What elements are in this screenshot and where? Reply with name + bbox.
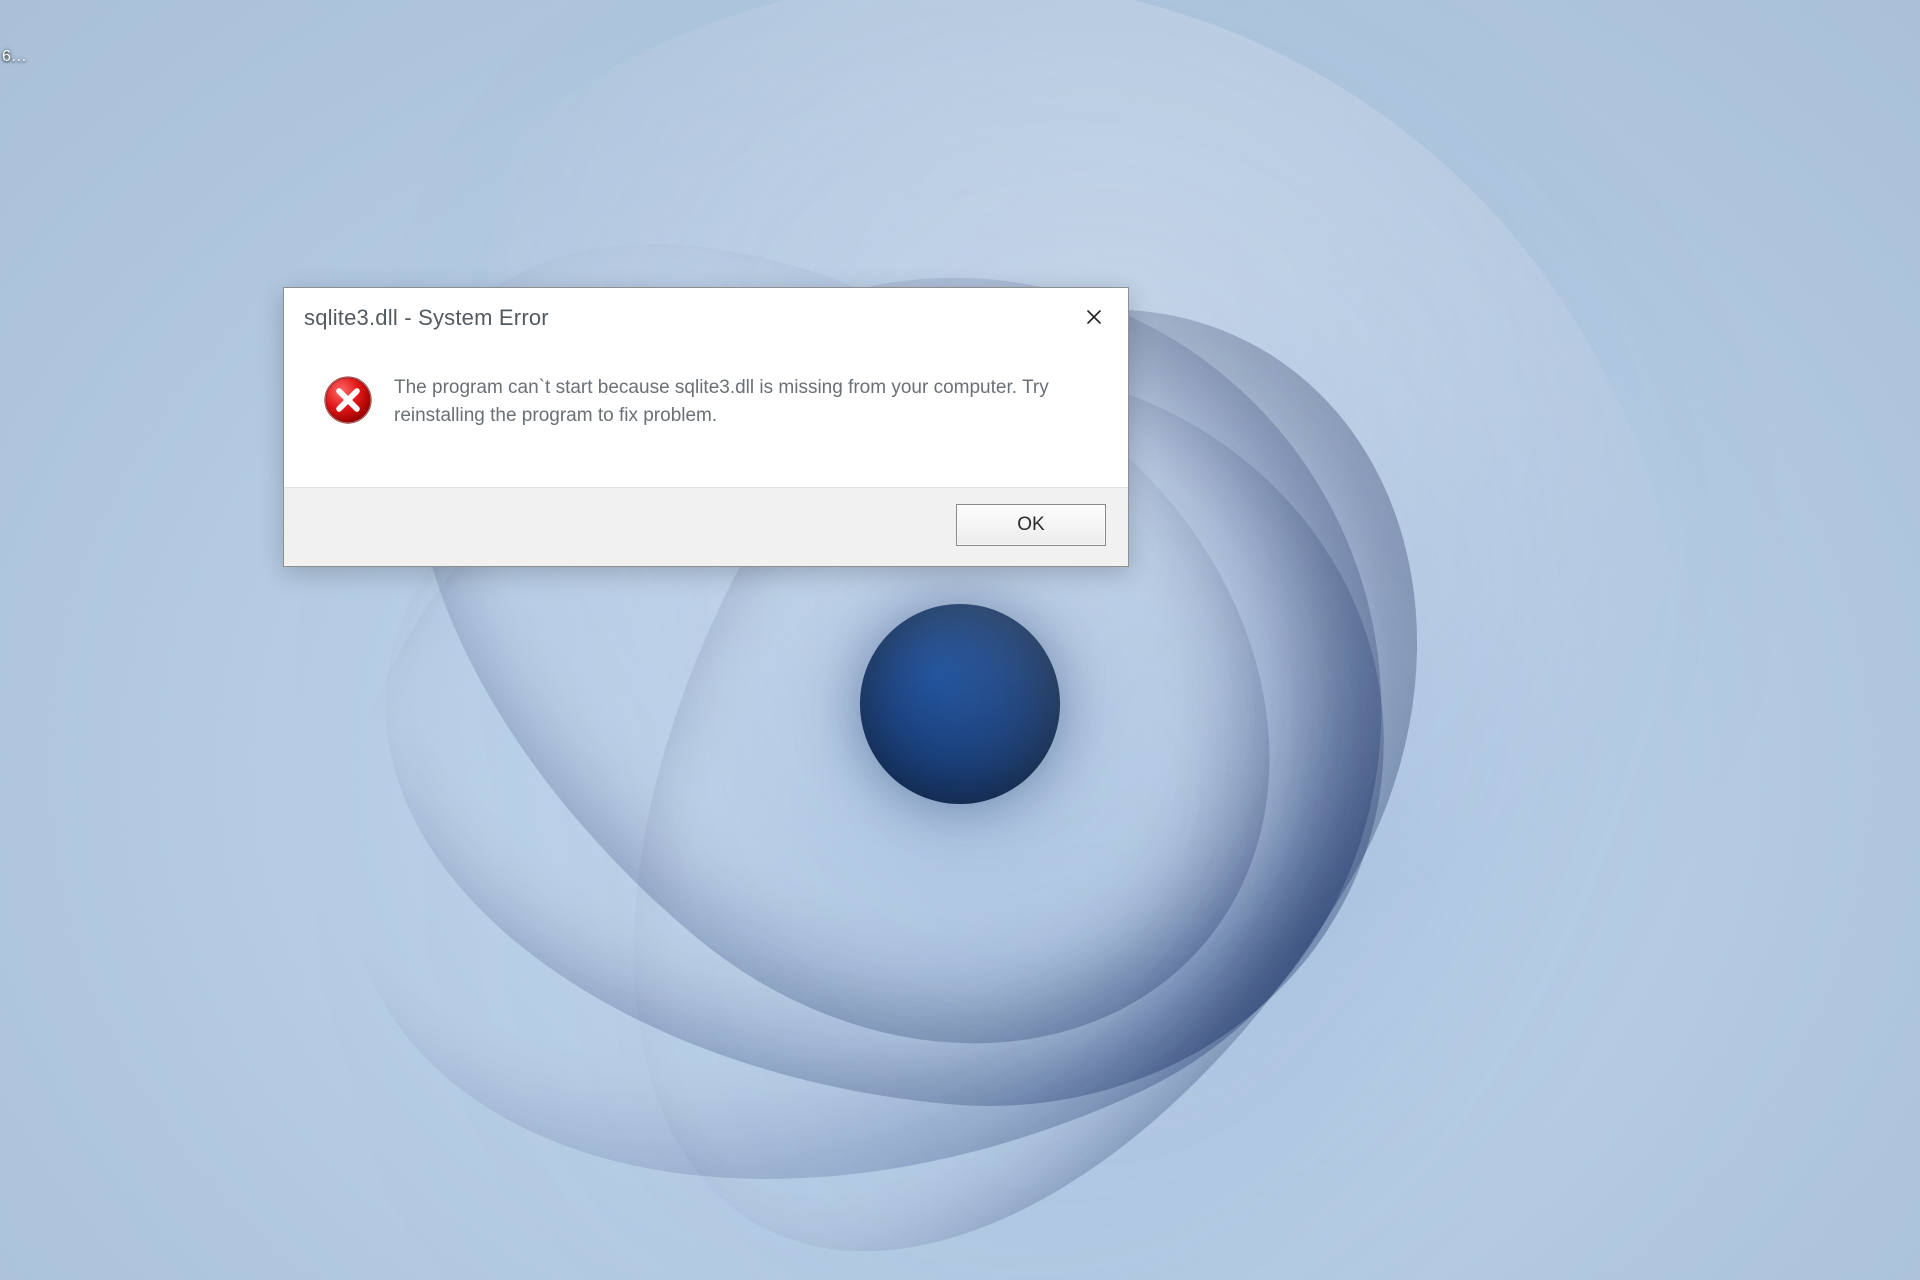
wallpaper-bloom [235, 0, 1685, 1280]
dialog-footer: OK [284, 487, 1128, 566]
dialog-body: The program can`t start because sqlite3.… [284, 346, 1128, 487]
dialog-message: The program can`t start because sqlite3.… [394, 374, 1074, 429]
ok-button[interactable]: OK [956, 504, 1106, 546]
close-button[interactable] [1076, 300, 1112, 336]
dialog-title: sqlite3.dll - System Error [304, 305, 1076, 331]
dialog-titlebar[interactable]: sqlite3.dll - System Error [284, 288, 1128, 346]
system-error-dialog: sqlite3.dll - System Error [283, 287, 1129, 567]
desktop-icon-label-fragment: 6… [2, 48, 27, 66]
close-icon [1086, 309, 1102, 328]
error-icon [322, 374, 374, 429]
